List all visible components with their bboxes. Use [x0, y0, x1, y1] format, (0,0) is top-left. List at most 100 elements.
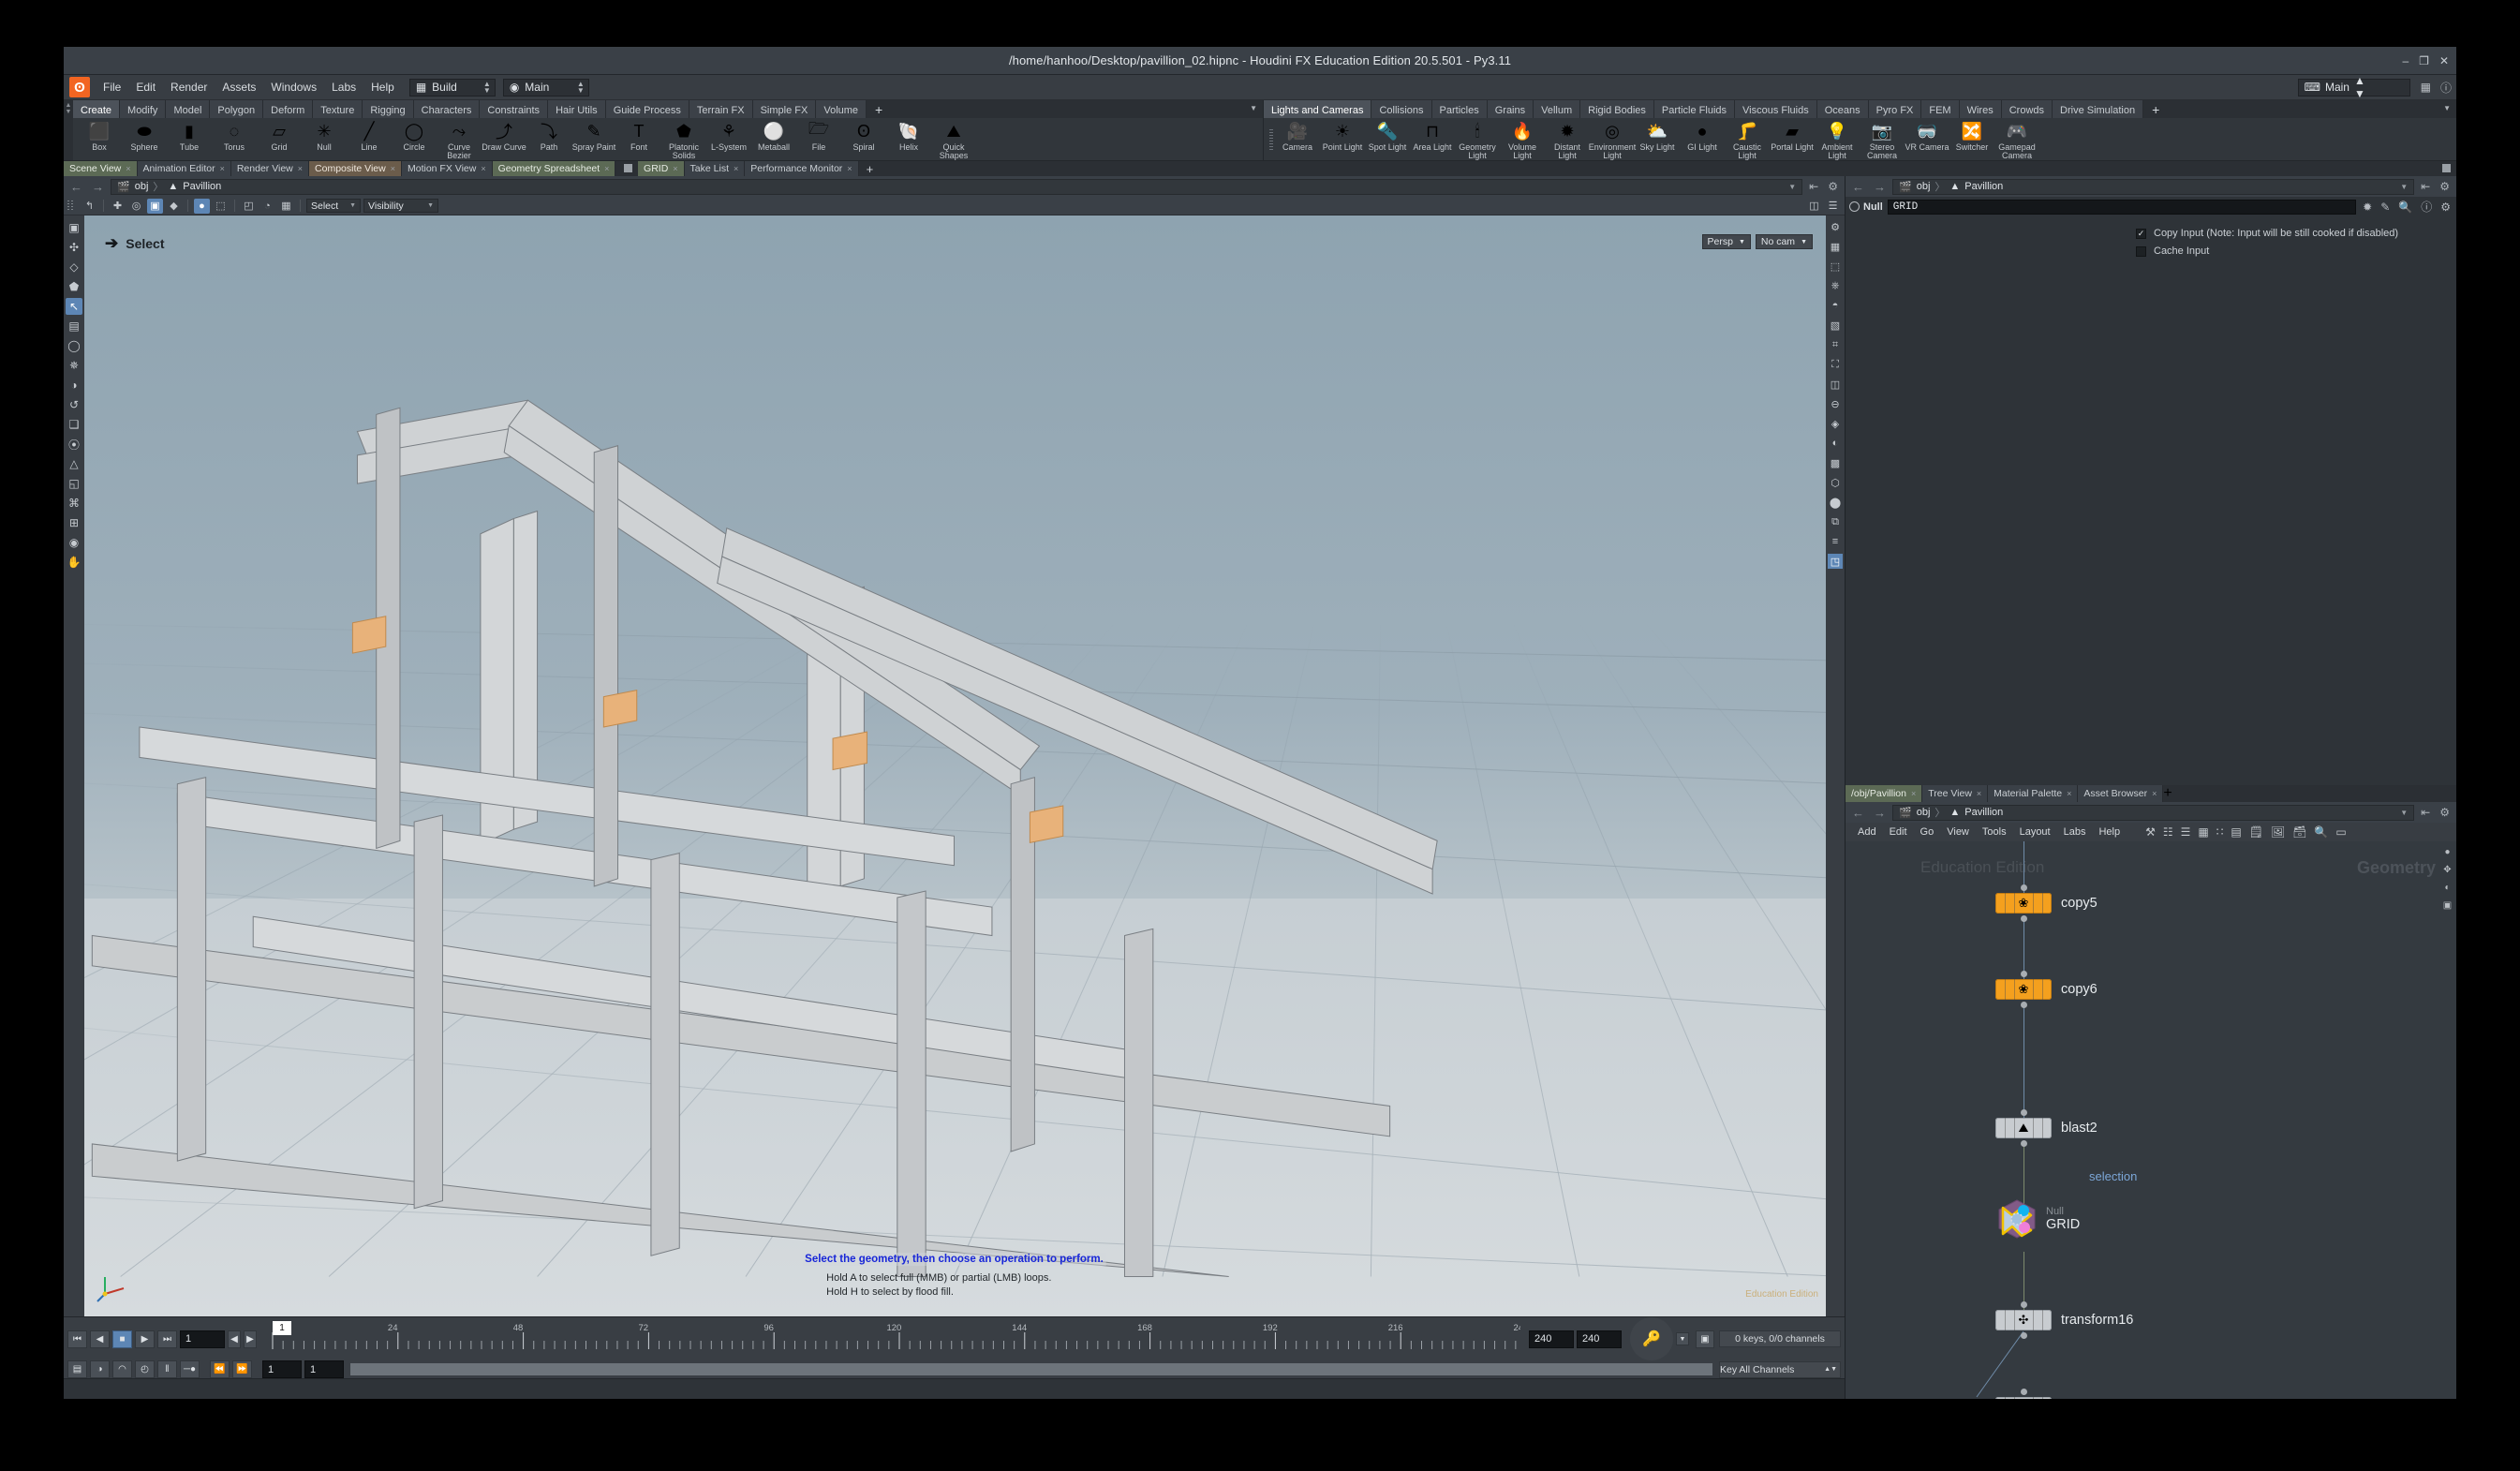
channel-snapshot-icon[interactable]: ▣ — [1696, 1330, 1714, 1348]
viewport-right-tool-11[interactable]: ◐ — [1828, 436, 1843, 451]
viewport-left-tool-10[interactable]: ❑ — [66, 416, 82, 433]
chevron-down-icon[interactable]: ▼ — [1788, 183, 1796, 191]
network-menu-help[interactable]: Help — [2092, 825, 2127, 840]
viewport-left-tool-5[interactable]: ▤ — [66, 318, 82, 334]
play-reverse-button[interactable]: ◀ — [90, 1330, 110, 1348]
left-pane-tab-geometry-spreadsheet[interactable]: Geometry Spreadsheet × — [492, 161, 616, 176]
chevron-down-icon[interactable]: ▼ — [2443, 104, 2451, 112]
viewport-left-tool-13[interactable]: ◱ — [66, 475, 82, 492]
playbar-tool-5[interactable]: ─● — [180, 1360, 200, 1378]
global-end-frame-field[interactable]: 240 — [1577, 1330, 1622, 1348]
pin-icon[interactable]: ⇤ — [1806, 180, 1821, 193]
search-icon[interactable]: 🔍 — [2396, 201, 2414, 214]
node-body[interactable]: ❀ — [1995, 884, 2052, 922]
node-body[interactable]: ❀ — [1995, 971, 2052, 1008]
network-menu-view[interactable]: View — [1940, 825, 1976, 840]
gear-icon[interactable]: ⚙ — [2437, 180, 2453, 193]
shelf-drag-grip[interactable] — [1267, 119, 1275, 160]
viewport-icon-4[interactable]: ◆ — [166, 199, 182, 214]
viewport-left-tool-11[interactable]: ⦿ — [66, 436, 82, 453]
node-body[interactable]: ✣ — [1995, 1301, 2052, 1339]
network-menu-add[interactable]: Add — [1851, 825, 1883, 840]
right-pane-tab-take-list[interactable]: Take List × — [684, 161, 746, 176]
network-menu-edit[interactable]: Edit — [1883, 825, 1914, 840]
viewport-right-tool-0[interactable]: ⚙ — [1828, 219, 1843, 234]
gear-icon[interactable]: ⚙ — [2437, 806, 2453, 819]
shelf-item-distant-light[interactable]: ✹ Distant Light — [1545, 119, 1590, 160]
network-toolbar-icon-10[interactable]: ▭ — [2332, 825, 2350, 839]
back-arrow-icon[interactable]: ← — [67, 180, 85, 194]
shelf-item-line[interactable]: ╱ Line — [347, 119, 392, 152]
shelf-item-helix[interactable]: 🐚 Helix — [886, 119, 931, 152]
shelf-right-tab-collisions[interactable]: Collisions — [1371, 100, 1432, 118]
shelf-item-geometry-light[interactable]: 🕯 Geometry Light — [1455, 119, 1500, 160]
viewport-right-tool-12[interactable]: ▩ — [1828, 455, 1843, 470]
jump-prev-key-button[interactable]: ⏪ — [210, 1360, 230, 1378]
back-arrow-icon[interactable]: ← — [1849, 180, 1867, 194]
forward-arrow-icon[interactable]: → — [1871, 180, 1889, 194]
viewport-left-tool-3[interactable]: ⬟ — [66, 278, 82, 295]
network-tool-frame-icon[interactable]: ▣ — [2440, 899, 2454, 913]
maximize-pane-icon[interactable] — [624, 164, 633, 172]
shelf-item-grid[interactable]: ▱ Grid — [257, 119, 302, 152]
right-pane-tab-grid[interactable]: GRID × — [638, 161, 685, 176]
viewport-left-tool-2[interactable]: ◇ — [66, 259, 82, 275]
shelf-right-tab-oceans[interactable]: Oceans — [1816, 100, 1869, 118]
parameter-preset-icon[interactable]: ✹ — [2361, 201, 2374, 214]
shelf-left-tab-simple-fx[interactable]: Simple FX — [752, 100, 817, 118]
shelf-item-spot-light[interactable]: 🔦 Spot Light — [1365, 119, 1410, 152]
camera-combo[interactable]: No cam ▼ — [1755, 234, 1813, 249]
shelf-item-gi-light[interactable]: ● GI Light — [1680, 119, 1725, 152]
shelf-item-path[interactable]: ⤵ Path — [526, 119, 571, 152]
jump-end-button[interactable]: ⏭ — [157, 1330, 177, 1348]
maximize-pane-icon[interactable] — [2442, 164, 2451, 172]
shelf-item-torus[interactable]: ◌ Torus — [212, 119, 257, 152]
node-output-connector[interactable] — [2021, 1002, 2027, 1008]
chevron-down-icon[interactable]: ▼ — [2400, 183, 2408, 191]
menu-help[interactable]: Help — [363, 78, 402, 97]
network-tool-zoom-icon[interactable]: ◐ — [2440, 881, 2454, 895]
copy-input-checkbox[interactable]: ✓ — [2136, 228, 2146, 239]
shelf-item-volume-light[interactable]: 🔥 Volume Light — [1500, 119, 1545, 160]
viewport-left-tool-1[interactable]: ✣ — [66, 239, 82, 256]
menu-windows[interactable]: Windows — [263, 78, 324, 97]
select-mode-combo[interactable]: Select ▼ — [306, 199, 361, 213]
network-toolbar-icon-1[interactable]: ☷ — [2159, 825, 2177, 839]
shelf-item-font[interactable]: T Font — [616, 119, 661, 152]
viewport-layout-icon[interactable]: ◫ — [1806, 199, 1822, 214]
info-icon[interactable]: ⓘ — [2419, 199, 2434, 215]
viewport-right-tool-17[interactable]: ◳ — [1828, 554, 1843, 569]
parameter-path-field[interactable]: 🎬 obj 〉 ▲ Pavillion ▼ — [1892, 178, 2415, 195]
viewport-left-tool-6[interactable]: ◯ — [66, 337, 82, 354]
current-frame-field[interactable]: 1 — [180, 1330, 225, 1348]
shelf-item-sphere[interactable]: ⬬ Sphere — [122, 119, 167, 152]
minimize-button[interactable]: – — [2402, 55, 2409, 67]
viewport-right-tool-13[interactable]: ⬡ — [1828, 475, 1843, 490]
playbar-tool-3[interactable]: ◴ — [135, 1360, 155, 1378]
set-key-button[interactable]: 🔑 — [1630, 1317, 1673, 1360]
close-icon[interactable]: × — [126, 164, 130, 173]
viewport-left-tool-15[interactable]: ⊞ — [66, 514, 82, 531]
close-icon[interactable]: × — [391, 164, 395, 173]
range-slider[interactable] — [350, 1363, 1712, 1375]
shelf-left-tab-terrain-fx[interactable]: Terrain FX — [689, 100, 753, 118]
viewport-right-tool-3[interactable]: ⎈ — [1828, 278, 1843, 293]
shelf-item-file[interactable]: 🗁 File — [796, 119, 841, 152]
node-output-connector[interactable] — [2021, 915, 2027, 922]
viewport-left-tool-7[interactable]: ✵ — [66, 357, 82, 374]
shelf-scroll-arrows[interactable]: ▲ ▼ — [64, 100, 73, 160]
node-body[interactable]: ✎ — [1995, 1389, 2052, 1399]
shelf-item-l-system[interactable]: ⚘ L-System — [706, 119, 751, 152]
forward-arrow-icon[interactable]: → — [1871, 806, 1889, 820]
shelf-item-stereo-camera[interactable]: 📷 Stereo Camera — [1860, 119, 1905, 160]
pane-selector[interactable]: ◉ Main ▲ ▼ — [502, 78, 589, 97]
chevron-down-icon[interactable]: ▼ — [2400, 809, 2408, 817]
network-toolbar-icon-5[interactable]: ▤ — [2227, 825, 2245, 839]
viewport-left-tool-14[interactable]: ⌘ — [66, 495, 82, 512]
playbar-tool-4[interactable]: ‖ — [157, 1360, 177, 1378]
viewport-right-tool-6[interactable]: ⌗ — [1828, 337, 1843, 352]
network-toolbar-icon-0[interactable]: ⚒ — [2142, 825, 2159, 839]
viewport-right-tool-4[interactable]: ◓ — [1828, 298, 1843, 313]
network-menu-tools[interactable]: Tools — [1976, 825, 2013, 840]
viewport-right-tool-2[interactable]: ⬚ — [1828, 259, 1843, 274]
